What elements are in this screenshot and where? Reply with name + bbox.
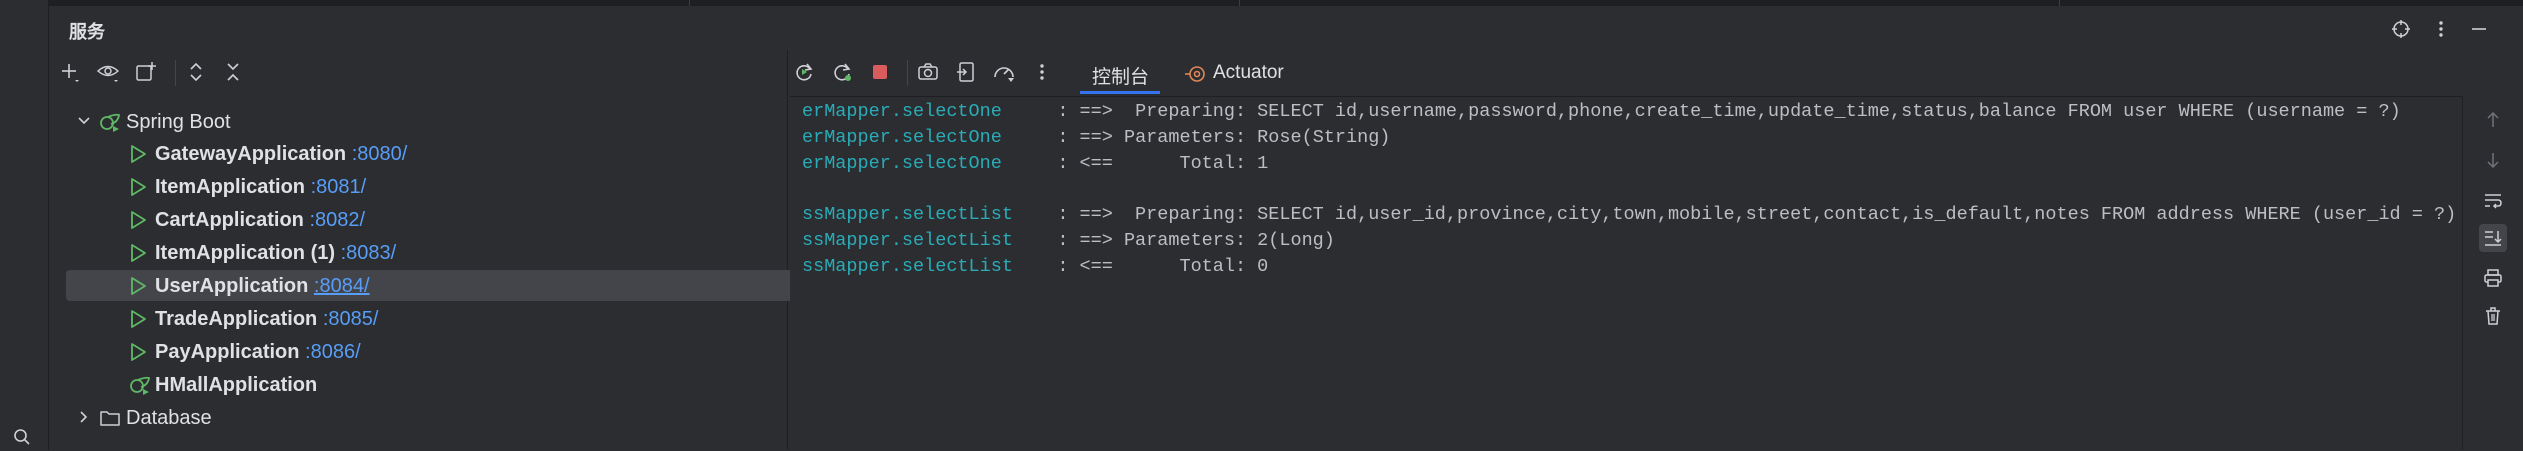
run-icon xyxy=(129,144,147,169)
tree-node-database[interactable]: Database xyxy=(66,402,818,433)
tree-node-item-application-1[interactable]: ItemApplication (1) :8083/ xyxy=(66,237,818,268)
run-icon xyxy=(129,177,147,202)
app-name: UserApplication xyxy=(155,275,309,297)
app-name: ItemApplication (1) xyxy=(155,242,336,264)
spring-boot-icon xyxy=(129,375,151,400)
arrow-down-icon[interactable] xyxy=(2479,146,2507,174)
tab-console[interactable]: 控制台 xyxy=(1092,62,1149,89)
console-side-toolbar xyxy=(2462,96,2523,450)
collapse-all-icon[interactable] xyxy=(219,58,247,86)
folder-icon xyxy=(99,408,121,433)
crosshair-icon[interactable] xyxy=(2389,17,2413,41)
port-link[interactable]: :8083/ xyxy=(341,242,397,264)
app-name: PayApplication xyxy=(155,341,300,363)
port-link[interactable]: :8081/ xyxy=(311,176,367,198)
console-line: ssMapper.selectList : ==> Preparing: SEL… xyxy=(802,204,2457,225)
panel-title: 服务 xyxy=(69,22,105,42)
port-link[interactable]: :8086/ xyxy=(305,341,361,363)
port-link[interactable]: :8082/ xyxy=(309,209,365,231)
port-link[interactable]: :8084/ xyxy=(314,275,370,297)
arrow-up-icon[interactable] xyxy=(2479,106,2507,134)
tree-node-hmall-application[interactable]: HMallApplication xyxy=(66,369,818,400)
spring-boot-icon xyxy=(99,112,121,137)
run-icon xyxy=(129,210,147,235)
chevron-right-icon[interactable] xyxy=(76,409,92,430)
tree-node-pay-application[interactable]: PayApplication :8086/ xyxy=(66,336,818,367)
add-icon[interactable] xyxy=(56,58,84,86)
tool-window-strip xyxy=(0,0,49,450)
rerun-failed-icon[interactable] xyxy=(828,58,856,86)
minimize-icon[interactable] xyxy=(2467,17,2491,41)
camera-icon[interactable] xyxy=(914,58,942,86)
trash-icon[interactable] xyxy=(2479,302,2507,330)
tree-node-user-application[interactable]: UserApplication :8084/ xyxy=(66,270,818,301)
app-name: CartApplication xyxy=(155,209,304,231)
app-name: HMallApplication xyxy=(155,374,318,396)
run-icon xyxy=(129,342,147,367)
console-line: ssMapper.selectList : <== Total: 0 xyxy=(802,256,1269,277)
run-icon xyxy=(129,276,147,301)
scroll-to-end-icon[interactable] xyxy=(2479,224,2507,252)
rerun-icon[interactable] xyxy=(790,58,818,86)
console-toolbar: 控制台 Actuator xyxy=(790,50,2462,97)
more-options-icon[interactable] xyxy=(1028,58,1056,86)
search-icon[interactable] xyxy=(13,428,31,451)
soft-wrap-icon[interactable] xyxy=(2479,186,2507,214)
run-icon xyxy=(129,309,147,334)
tree-node-label: Spring Boot xyxy=(126,111,231,133)
chevron-down-icon[interactable] xyxy=(76,113,92,134)
tree-node-label: Database xyxy=(126,407,212,429)
console-line: erMapper.selectOne : ==> Preparing: SELE… xyxy=(802,101,2401,122)
actuator-icon xyxy=(1184,63,1206,90)
more-options-icon[interactable] xyxy=(2429,17,2453,41)
app-name: GatewayApplication xyxy=(155,143,347,165)
eye-icon[interactable] xyxy=(94,58,122,86)
services-header: 服务 xyxy=(49,6,2523,50)
tree-toolbar xyxy=(49,50,787,96)
tree-node-gateway-application[interactable]: GatewayApplication :8080/ xyxy=(66,138,818,169)
port-link[interactable]: :8085/ xyxy=(323,308,379,330)
stop-icon[interactable] xyxy=(866,58,894,86)
services-tree-panel: Spring Boot GatewayApplication :8080/ It… xyxy=(49,50,818,450)
new-group-icon[interactable] xyxy=(132,58,160,86)
print-icon[interactable] xyxy=(2479,264,2507,292)
tree-node-spring-boot[interactable]: Spring Boot xyxy=(66,106,818,137)
console-line: erMapper.selectOne : ==> Parameters: Ros… xyxy=(802,127,1391,148)
import-icon[interactable] xyxy=(952,58,980,86)
port-link[interactable]: :8080/ xyxy=(352,143,408,165)
console-line: ssMapper.selectList : ==> Parameters: 2(… xyxy=(802,230,1335,251)
expand-all-icon[interactable] xyxy=(182,58,210,86)
tree-node-trade-application[interactable]: TradeApplication :8085/ xyxy=(66,303,818,334)
console-output[interactable]: erMapper.selectOne : ==> Preparing: SELE… xyxy=(790,97,2462,450)
tab-actuator[interactable]: Actuator xyxy=(1213,62,1284,84)
run-icon xyxy=(129,243,147,268)
app-name: TradeApplication xyxy=(155,308,318,330)
tree-node-item-application[interactable]: ItemApplication :8081/ xyxy=(66,171,818,202)
console-line: erMapper.selectOne : <== Total: 1 xyxy=(802,153,1269,174)
tree-node-cart-application[interactable]: CartApplication :8082/ xyxy=(66,204,818,235)
active-tab-indicator xyxy=(1080,91,1160,94)
profiler-icon[interactable] xyxy=(990,58,1018,86)
app-name: ItemApplication xyxy=(155,176,306,198)
